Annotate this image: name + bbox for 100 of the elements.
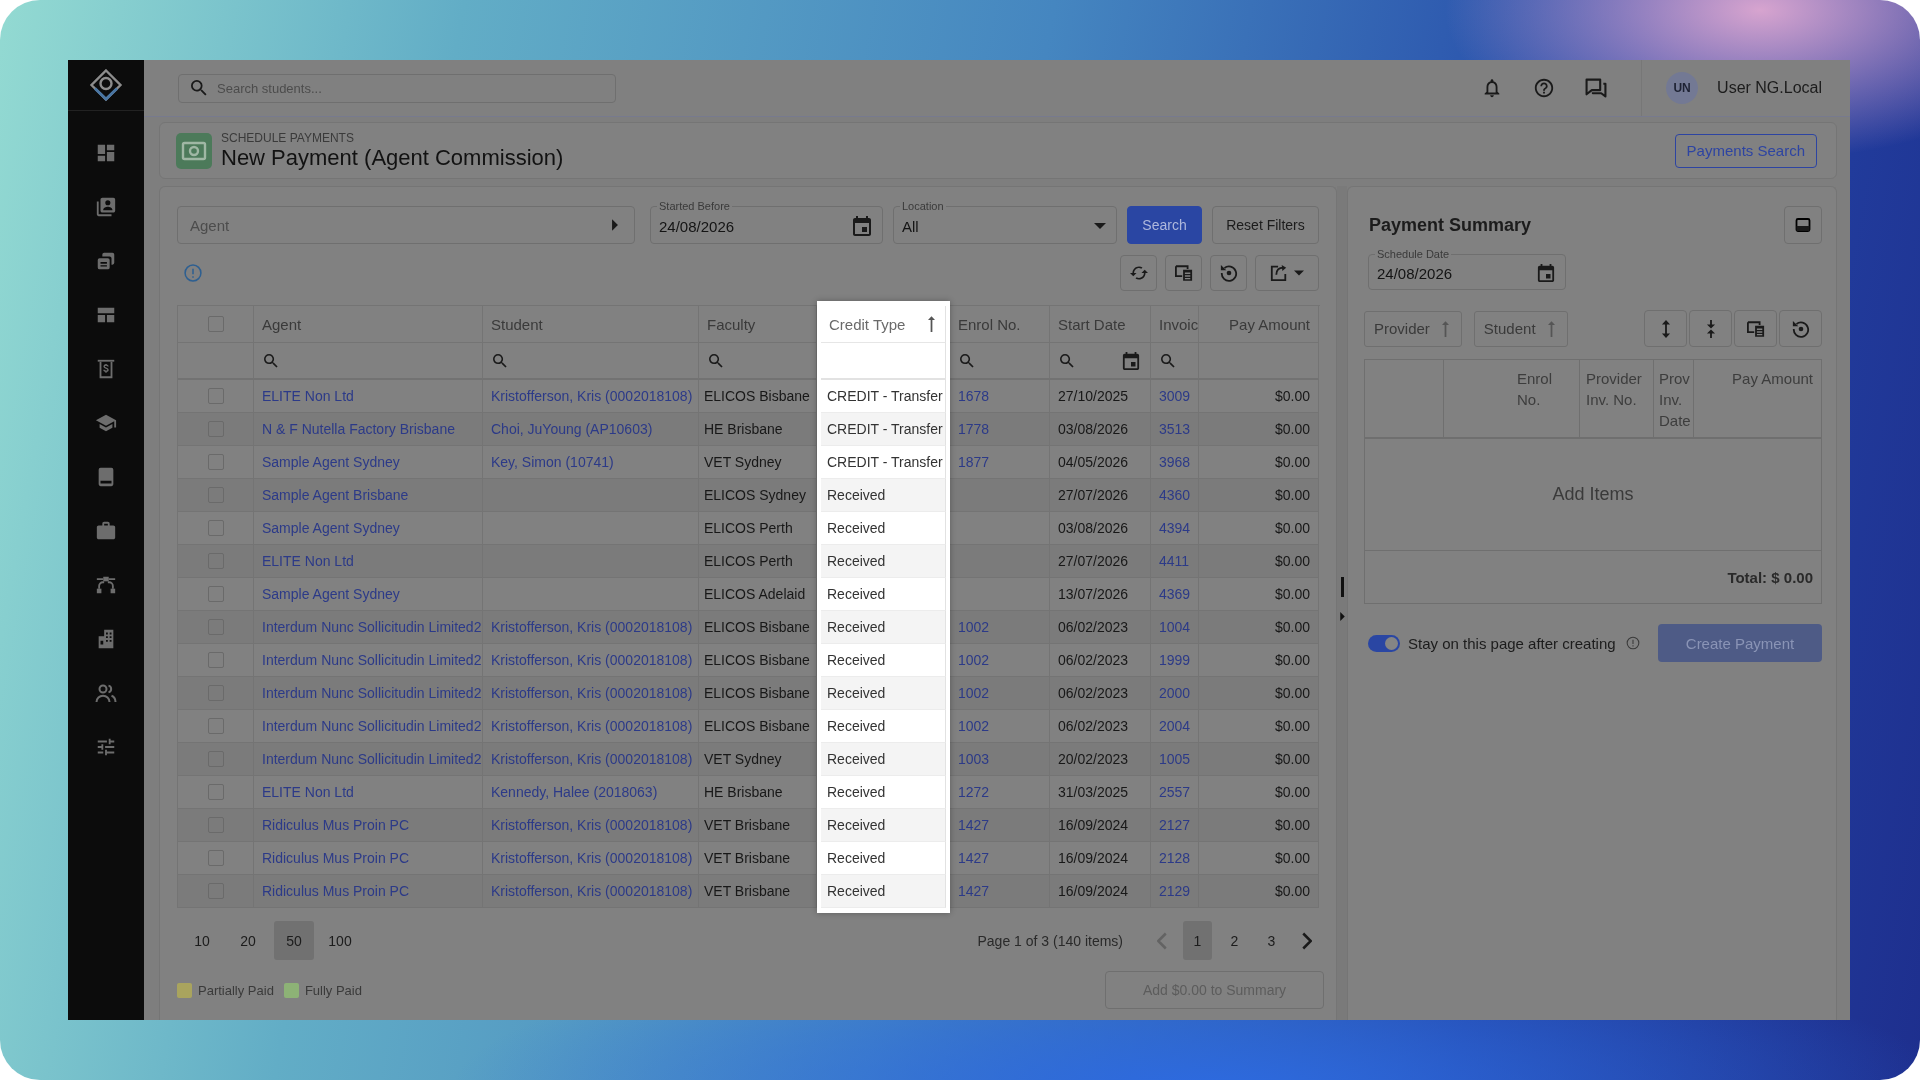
table-link[interactable]: Sample Agent Brisbane — [262, 487, 409, 503]
user-avatar[interactable]: UN — [1666, 72, 1699, 104]
location-field[interactable]: Location All — [893, 200, 1117, 244]
column-header[interactable]: Provider Inv. No. — [1580, 360, 1654, 437]
calendar-icon[interactable] — [1537, 264, 1555, 282]
table-link[interactable]: 1002 — [958, 718, 990, 734]
page-size-option[interactable]: 50 — [274, 921, 314, 960]
chat-icon[interactable] — [1585, 77, 1608, 99]
table-link[interactable]: Kristofferson, Kris (0002018108) — [491, 751, 693, 767]
table-link[interactable]: Kristofferson, Kris (0002018108) — [491, 850, 693, 866]
caret-icon[interactable] — [1339, 612, 1345, 621]
table-link[interactable]: 1778 — [958, 421, 990, 437]
sort-chip[interactable]: Provider — [1364, 310, 1462, 347]
table-link[interactable]: 1002 — [958, 619, 990, 635]
table-link[interactable]: Kristofferson, Kris (0002018108) — [491, 619, 693, 635]
table-link[interactable]: Kristofferson, Kris (0002018108) — [491, 718, 693, 734]
table-link[interactable]: 1004 — [1159, 619, 1191, 635]
column-header[interactable]: Pay Amount — [1199, 306, 1319, 343]
graduation-cap-icon[interactable] — [95, 412, 117, 434]
column-header[interactable]: Invoic — [1151, 306, 1199, 343]
table-link[interactable]: Sample Agent Sydney — [262, 586, 400, 602]
search-button[interactable]: Search — [1127, 206, 1202, 244]
reset-layout-button[interactable] — [1779, 310, 1822, 347]
help-icon[interactable] — [1533, 77, 1556, 99]
table-link[interactable]: Kristofferson, Kris (0002018108) — [491, 388, 693, 404]
table-link[interactable]: 3968 — [1159, 454, 1191, 470]
table-link[interactable]: 1002 — [958, 652, 990, 668]
splitter-handle[interactable] — [1340, 577, 1344, 597]
column-header[interactable]: Enrol No. — [950, 306, 1050, 343]
table-link[interactable]: 2129 — [1159, 883, 1191, 899]
table-link[interactable]: 1427 — [958, 850, 990, 866]
page-size-option[interactable]: 10 — [182, 921, 222, 960]
table-link[interactable]: 3513 — [1159, 421, 1191, 437]
chevron-right-icon[interactable] — [1302, 931, 1312, 950]
table-link[interactable]: 2000 — [1159, 685, 1191, 701]
column-chooser-button[interactable] — [1734, 310, 1777, 347]
expand-rows-button[interactable] — [1644, 310, 1687, 347]
calendar-icon[interactable] — [1122, 351, 1140, 370]
calendar-icon[interactable] — [852, 216, 872, 236]
table-link[interactable]: Interdum Nunc Sollicitudin Limited2 — [262, 619, 482, 635]
table-link[interactable]: 1003 — [958, 751, 990, 767]
briefcase-icon[interactable] — [95, 520, 117, 542]
table-link[interactable]: Ridiculus Mus Proin PC — [262, 817, 410, 833]
table-link[interactable]: Ridiculus Mus Proin PC — [262, 850, 410, 866]
table-link[interactable]: Kristofferson, Kris (0002018108) — [491, 883, 693, 899]
page-size-option[interactable]: 100 — [320, 921, 360, 960]
collapse-rows-button[interactable] — [1689, 310, 1732, 347]
column-header[interactable]: Student — [483, 306, 699, 343]
table-link[interactable]: 1427 — [958, 817, 990, 833]
table-link[interactable]: ELITE Non Ltd — [262, 553, 354, 569]
table-link[interactable]: 1678 — [958, 388, 990, 404]
vector-nodes-icon[interactable] — [95, 574, 117, 596]
table-link[interactable]: 1272 — [958, 784, 990, 800]
reset-layout-button[interactable] — [1210, 255, 1247, 291]
table-link[interactable]: 2128 — [1159, 850, 1191, 866]
column-header[interactable]: Start Date — [1050, 306, 1151, 343]
page-number[interactable]: 1 — [1183, 921, 1212, 960]
export-button[interactable] — [1255, 255, 1319, 291]
page-size-option[interactable]: 20 — [228, 921, 268, 960]
table-link[interactable]: 1002 — [958, 685, 990, 701]
sliders-icon[interactable] — [95, 736, 117, 758]
dock-panel-button[interactable] — [1784, 206, 1822, 244]
column-header[interactable]: Pay Amount — [1694, 360, 1821, 437]
stacked-cards-icon[interactable] — [95, 250, 117, 272]
table-link[interactable]: 2557 — [1159, 784, 1191, 800]
schedule-date-field[interactable]: Schedule Date 24/08/2026 — [1368, 248, 1566, 290]
table-link[interactable]: Ridiculus Mus Proin PC — [262, 883, 410, 899]
people-icon[interactable] — [95, 682, 117, 704]
table-link[interactable]: Sample Agent Sydney — [262, 454, 400, 470]
table-link[interactable]: Kristofferson, Kris (0002018108) — [491, 652, 693, 668]
table-link[interactable]: Interdum Nunc Sollicitudin Limited2 — [262, 718, 482, 734]
table-link[interactable]: 4369 — [1159, 586, 1191, 602]
reset-filters-button[interactable]: Reset Filters — [1212, 206, 1319, 244]
toggle-switch[interactable] — [1368, 634, 1400, 652]
table-link[interactable]: 4411 — [1159, 553, 1190, 569]
table-link[interactable]: Kristofferson, Kris (0002018108) — [491, 685, 693, 701]
table-link[interactable]: 2127 — [1159, 817, 1191, 833]
table-link[interactable]: Key, Simon (10741) — [491, 454, 614, 470]
table-link[interactable]: ELITE Non Ltd — [262, 784, 354, 800]
table-link[interactable]: Interdum Nunc Sollicitudin Limited2 — [262, 685, 482, 701]
table-link[interactable]: Kennedy, Halee (2018063) — [491, 784, 658, 800]
column-header[interactable]: Enrol No. — [1444, 360, 1580, 437]
table-link[interactable]: Interdum Nunc Sollicitudin Limited2 — [262, 652, 482, 668]
table-link[interactable]: 4360 — [1159, 487, 1191, 503]
table-link[interactable]: 1427 — [958, 883, 990, 899]
table-link[interactable]: 4394 — [1159, 520, 1191, 536]
table-link[interactable]: N & F Nutella Factory Brisbane — [262, 421, 455, 437]
page-number[interactable]: 3 — [1257, 921, 1286, 960]
table-link[interactable]: 1999 — [1159, 652, 1191, 668]
column-header[interactable]: Credit Type — [821, 306, 946, 343]
dashboard-icon[interactable] — [95, 142, 117, 164]
table-link[interactable]: 3009 — [1159, 388, 1191, 404]
table-link[interactable]: Sample Agent Sydney — [262, 520, 400, 536]
page-number[interactable]: 2 — [1220, 921, 1249, 960]
table-link[interactable]: 2004 — [1159, 718, 1191, 734]
table-link[interactable]: 1005 — [1159, 751, 1191, 767]
column-header[interactable]: Prov Inv. Date — [1654, 360, 1694, 437]
sort-chip[interactable]: Student — [1473, 310, 1568, 347]
payments-search-button[interactable]: Payments Search — [1674, 133, 1817, 168]
table-link[interactable]: Interdum Nunc Sollicitudin Limited2 — [262, 751, 482, 767]
